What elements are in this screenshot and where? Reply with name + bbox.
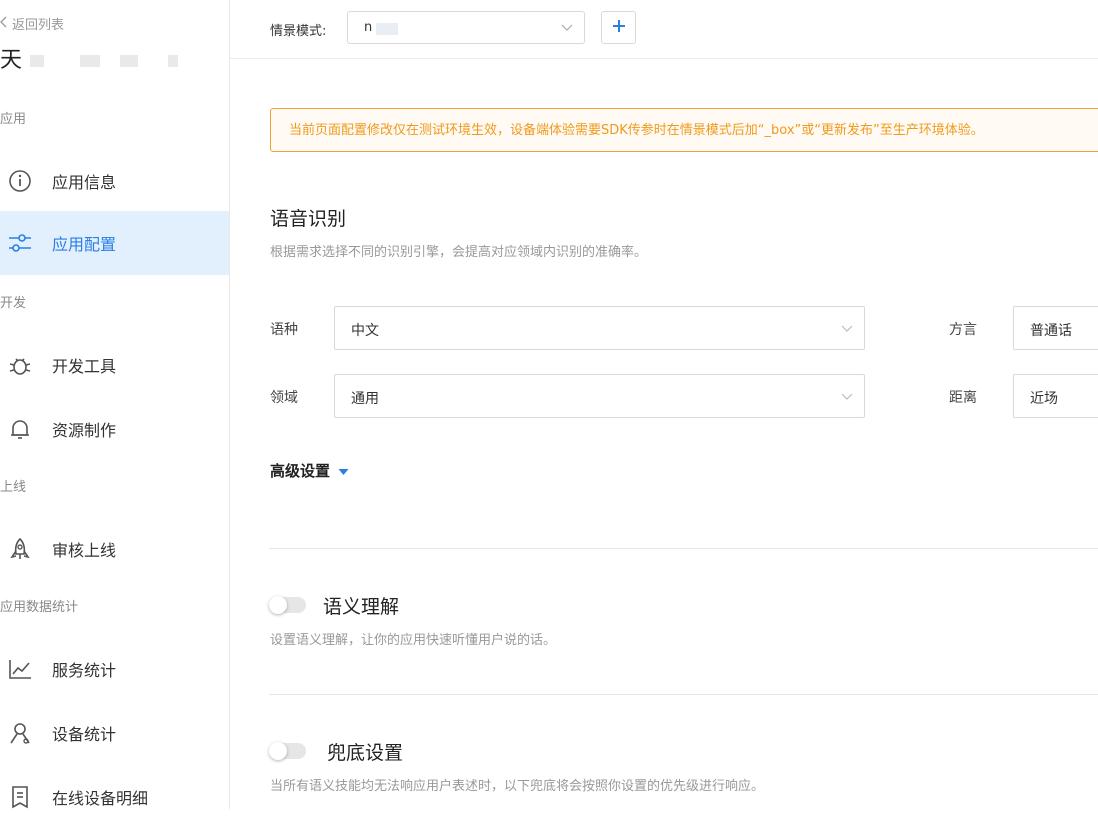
chevron-down-icon (840, 388, 854, 407)
sidebar-item-label: 设备统计 (52, 725, 117, 744)
section-divider (269, 548, 1098, 549)
device-user-icon (8, 721, 32, 745)
sidebar-item-label: 服务统计 (52, 661, 117, 680)
back-to-list-link[interactable]: 返回列表 (0, 14, 64, 33)
fallback-title: 兜底设置 (327, 742, 404, 764)
sidebar-item-app-config[interactable]: 应用配置 (0, 211, 229, 275)
sidebar-item-label: 资源制作 (52, 421, 117, 440)
rocket-icon (8, 537, 32, 561)
scene-mode-value: n (364, 20, 373, 35)
asr-section-desc: 根据需求选择不同的识别引擎，会提高对应领域内识别的准确率。 (270, 245, 648, 260)
back-label: 返回列表 (12, 18, 65, 33)
distance-select[interactable]: 近场 (1013, 374, 1098, 418)
sidebar-item-resource[interactable]: 资源制作 (0, 397, 229, 461)
toggle-knob (269, 742, 287, 760)
blurred-text (376, 23, 398, 35)
main-content: 情景模式: n 当前页面配置修改仅在测试环境生效，设备端体验需要SDK传参时在情… (230, 0, 1098, 809)
distance-value: 近场 (1030, 391, 1058, 407)
sidebar-item-app-info[interactable]: 应用信息 (0, 149, 229, 213)
blurred-text (80, 55, 101, 67)
sidebar-item-review[interactable]: 审核上线 (0, 517, 229, 581)
language-value: 中文 (351, 323, 379, 339)
bell-icon (8, 417, 32, 441)
environment-notice: 当前页面配置修改仅在测试环境生效，设备端体验需要SDK传参时在情景模式后加“_b… (270, 108, 1098, 152)
list-document-icon (8, 785, 32, 809)
sidebar-item-label: 应用配置 (52, 235, 117, 254)
app-name: 天 (0, 42, 179, 74)
fallback-toggle[interactable] (269, 742, 306, 760)
section-divider (269, 694, 1098, 695)
scene-mode-select[interactable]: n (347, 11, 585, 44)
chevron-down-icon (840, 320, 854, 339)
group-label-stats: 应用数据统计 (0, 600, 79, 615)
toggle-knob (269, 596, 287, 614)
group-label-app: 应用 (0, 112, 27, 127)
chevron-left-icon (0, 16, 8, 32)
add-scene-button[interactable] (601, 11, 636, 44)
line-chart-icon (8, 657, 32, 681)
dialect-value: 普通话 (1030, 323, 1072, 339)
dialect-label: 方言 (949, 322, 977, 338)
sidebar-item-device-stats[interactable]: 设备统计 (0, 701, 229, 765)
scene-mode-label: 情景模式: (270, 24, 327, 39)
bug-icon (8, 353, 32, 377)
sidebar-item-dev-tools[interactable]: 开发工具 (0, 333, 229, 397)
advanced-settings-toggle[interactable]: 高级设置 (270, 460, 349, 481)
sidebar-item-label: 审核上线 (52, 541, 117, 560)
nlu-toggle[interactable] (269, 596, 306, 614)
plus-icon (612, 18, 626, 37)
sidebar-item-label: 在线设备明细 (52, 789, 149, 808)
domain-select[interactable]: 通用 (334, 374, 865, 418)
caret-down-icon (338, 462, 349, 480)
language-label: 语种 (270, 322, 298, 338)
fallback-desc: 当所有语义技能均无法响应用户表述时，以下兜底将会按照你设置的优先级进行响应。 (270, 779, 765, 794)
blurred-text (168, 55, 179, 67)
nlu-title: 语义理解 (323, 596, 400, 618)
nlu-desc: 设置语义理解，让你的应用快速听懂用户说的话。 (270, 633, 557, 648)
dialect-select[interactable]: 普通话 (1013, 306, 1098, 350)
domain-label: 领域 (270, 390, 298, 406)
blurred-text (30, 55, 45, 67)
distance-label: 距离 (949, 390, 977, 406)
sidebar-item-label: 开发工具 (52, 357, 117, 376)
sliders-icon (8, 231, 32, 255)
sidebar-item-label: 应用信息 (52, 173, 117, 192)
info-circle-icon (8, 169, 32, 193)
asr-section-title: 语音识别 (270, 208, 347, 230)
sidebar: 返回列表 天 应用 应用信息 应用配置 开发 开发工具 资源制作 上线 审核上线 (0, 0, 230, 809)
sidebar-item-online-devices[interactable]: 在线设备明细 (0, 765, 229, 829)
group-label-online: 上线 (0, 480, 27, 495)
language-select[interactable]: 中文 (334, 306, 865, 350)
chevron-down-icon (560, 19, 574, 38)
sidebar-item-service-stats[interactable]: 服务统计 (0, 637, 229, 701)
advanced-settings-label: 高级设置 (270, 462, 331, 480)
group-label-dev: 开发 (0, 296, 27, 311)
scene-toolbar: 情景模式: n (230, 0, 1098, 59)
domain-value: 通用 (351, 391, 379, 407)
app-name-text: 天 (0, 48, 25, 73)
blurred-text (120, 55, 139, 67)
